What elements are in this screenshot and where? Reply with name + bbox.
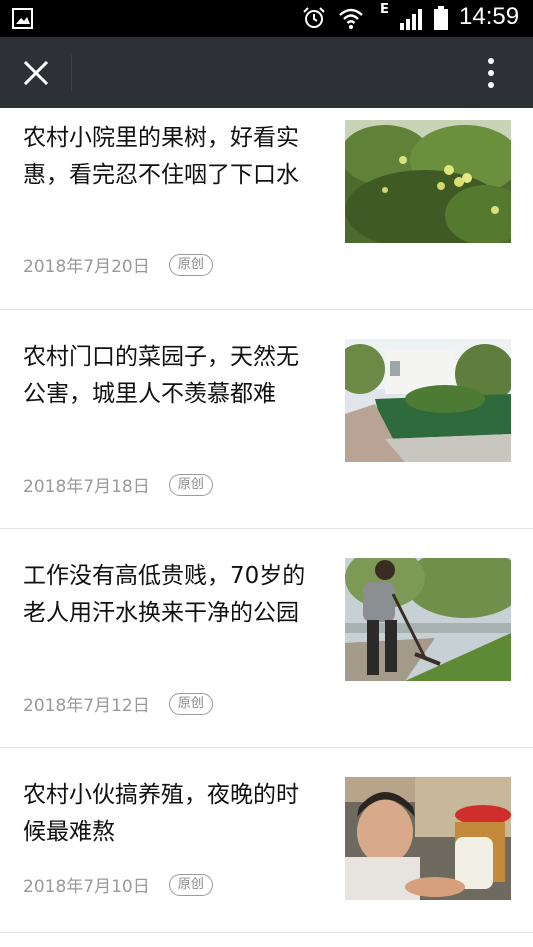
article-thumbnail[interactable]: [345, 777, 511, 900]
status-bar: E 14:59: [0, 0, 533, 37]
apple-tree-photo: [345, 120, 511, 243]
article-meta: 2018年7月10日 原创: [23, 872, 213, 897]
article-thumbnail[interactable]: [345, 558, 511, 681]
network-type-label: E: [380, 2, 389, 17]
article-date: 2018年7月10日: [23, 877, 150, 897]
article-meta: 2018年7月18日 原创: [23, 472, 213, 497]
old-man-raking-park-photo: [345, 558, 511, 681]
article-meta: 2018年7月12日 原创: [23, 691, 213, 716]
article-date: 2018年7月20日: [23, 257, 150, 277]
signal-icon: [400, 9, 422, 30]
top-nav-bar: [0, 37, 533, 108]
original-badge: 原创: [168, 473, 213, 496]
article-date: 2018年7月12日: [23, 696, 150, 716]
article-title[interactable]: 农村小伙搞养殖，夜晚的时候最难熬: [23, 777, 318, 851]
article-item[interactable]: 工作没有高低贵贱，70岁的老人用汗水换来干净的公园 2018年7月12日 原创: [0, 529, 533, 748]
wifi-icon: [339, 8, 363, 29]
article-item[interactable]: 农村小伙搞养殖，夜晚的时候最难熬 2018年7月10日 原创: [0, 748, 533, 933]
clock-time: 14:59: [459, 3, 520, 30]
young-farmer-photo: [345, 777, 511, 900]
article-item[interactable]: 农村门口的菜园子，天然无公害，城里人不羡慕都难 2018年7月18日 原创: [0, 310, 533, 529]
battery-icon: [434, 6, 448, 30]
vegetable-garden-photo: [345, 339, 511, 462]
gallery-icon: [12, 8, 33, 29]
article-title[interactable]: 农村门口的菜园子，天然无公害，城里人不羡慕都难: [23, 339, 318, 413]
nav-divider: [71, 55, 72, 91]
article-title[interactable]: 农村小院里的果树，好看实惠，看完忍不住咽了下口水: [23, 120, 318, 194]
article-thumbnail[interactable]: [345, 120, 511, 243]
article-meta: 2018年7月20日 原创: [23, 252, 213, 277]
article-item[interactable]: 农村小院里的果树，好看实惠，看完忍不住咽了下口水 2018年7月20日 原创: [0, 108, 533, 310]
article-thumbnail[interactable]: [345, 339, 511, 462]
article-title[interactable]: 工作没有高低贵贱，70岁的老人用汗水换来干净的公园: [23, 558, 318, 632]
article-date: 2018年7月18日: [23, 477, 150, 497]
original-badge: 原创: [168, 873, 213, 896]
close-icon[interactable]: [18, 55, 54, 91]
alarm-icon: [303, 7, 325, 28]
original-badge: 原创: [168, 253, 213, 276]
more-vertical-icon[interactable]: [476, 53, 506, 93]
original-badge: 原创: [168, 692, 213, 715]
